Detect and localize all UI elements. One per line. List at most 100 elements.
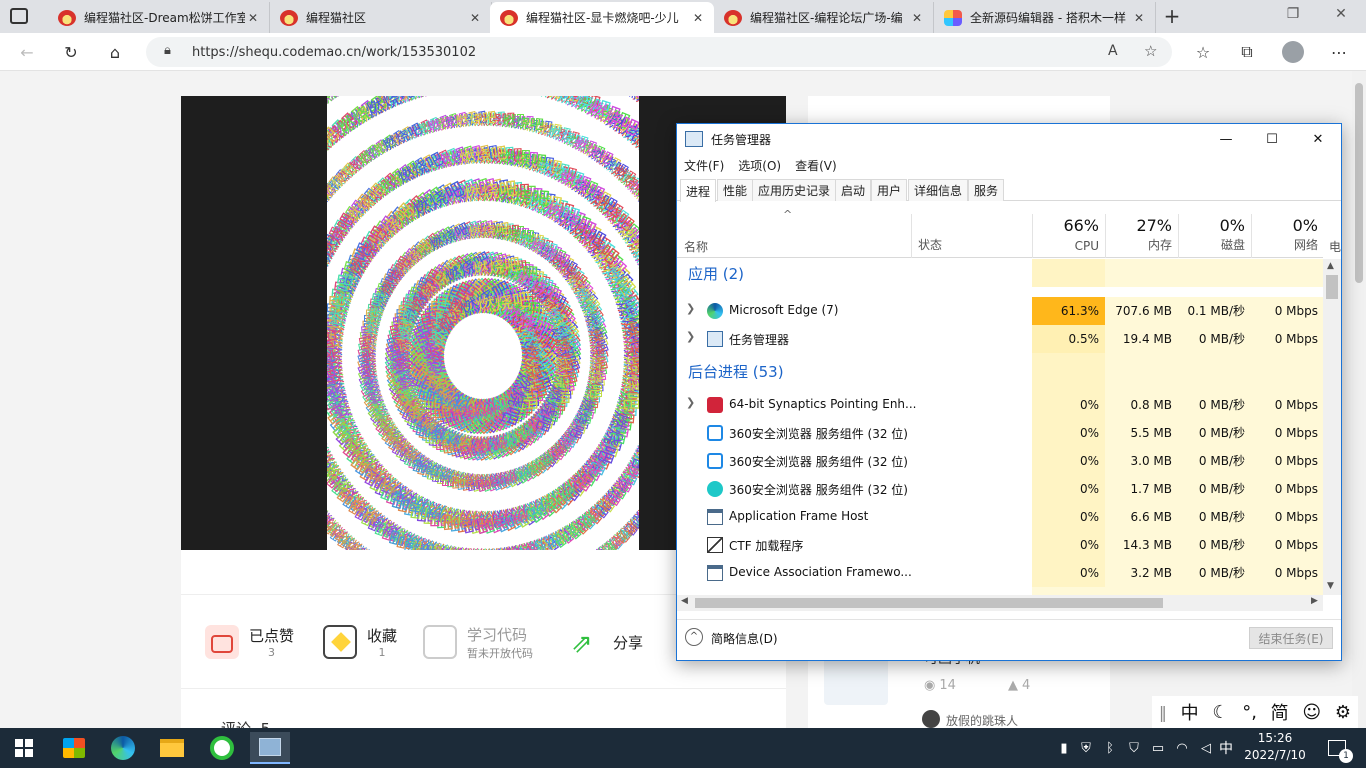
close-window-icon[interactable]: ✕	[1326, 6, 1356, 26]
process-row[interactable]: Application Frame Host 0% 6.6 MB 0 MB/秒 …	[677, 503, 1323, 531]
expand-chevron-icon[interactable]: ❯	[686, 302, 695, 315]
notification-center-icon[interactable]: 1	[1322, 728, 1353, 768]
page-scrollbar[interactable]	[1352, 71, 1366, 728]
group-header-background[interactable]: 后台进程 (53)	[677, 353, 1323, 391]
browser-tab-active[interactable]: 编程猫社区-显卡燃烧吧-少儿 ✕	[490, 2, 714, 33]
column-name[interactable]: 名称	[684, 238, 708, 255]
column-cpu[interactable]: 66% CPU	[1032, 214, 1105, 258]
ime-punct-toggle[interactable]: °,	[1242, 702, 1257, 723]
close-button[interactable]: ✕	[1295, 124, 1341, 154]
column-memory[interactable]: 27% 内存	[1105, 214, 1178, 258]
tab-performance[interactable]: 性能	[717, 179, 754, 201]
end-task-button[interactable]: 结束任务(E)	[1249, 627, 1333, 649]
maximize-button[interactable]: ☐	[1249, 124, 1295, 154]
process-row[interactable]: ❯ 64-bit Synaptics Pointing Enh... 0% 0.…	[677, 391, 1323, 419]
network-adapter-icon[interactable]: ▮	[1054, 728, 1074, 768]
chevron-up-icon[interactable]: ^	[685, 628, 703, 646]
scroll-left-icon[interactable]: ◀	[681, 596, 688, 606]
add-favorite-icon[interactable]: ☆	[1144, 42, 1157, 60]
close-icon[interactable]: ✕	[1131, 11, 1147, 25]
browser-tab[interactable]: 编程猫社区-编程论坛广场-编 ✕	[714, 2, 934, 33]
column-power[interactable]: 电	[1329, 238, 1341, 255]
scroll-up-icon[interactable]: ▲	[1327, 261, 1334, 271]
menu-options[interactable]: 选项(O)	[731, 157, 788, 174]
close-icon[interactable]: ✕	[909, 11, 925, 25]
close-icon[interactable]: ✕	[467, 11, 483, 25]
store-icon[interactable]	[54, 732, 94, 764]
back-icon[interactable]: ←	[14, 40, 40, 64]
address-bar[interactable]: 🔒︎ https://shequ.codemao.cn/work/1535301…	[146, 37, 1172, 67]
edge-icon[interactable]	[103, 732, 143, 764]
ime-drag-handle[interactable]: ‖	[1159, 703, 1167, 722]
scroll-right-icon[interactable]: ▶	[1311, 596, 1318, 606]
minimize-button[interactable]: —	[1203, 124, 1249, 154]
fewer-details-link[interactable]: 简略信息(D)	[711, 630, 778, 647]
task-manager-titlebar[interactable]: 任务管理器 — ☐ ✕	[677, 124, 1341, 154]
wifi-icon[interactable]: ◠	[1172, 728, 1192, 768]
volume-icon[interactable]: ◁	[1196, 728, 1216, 768]
gear-icon[interactable]: ⚙	[1335, 702, 1351, 723]
favorite-button[interactable]: 收藏 1	[323, 622, 397, 662]
tab-startup[interactable]: 启动	[835, 179, 872, 201]
column-status[interactable]: 状态	[911, 214, 1032, 258]
process-row[interactable]: Device Association Framewo... 0% 3.2 MB …	[677, 559, 1323, 587]
taskmgr-icon[interactable]	[250, 732, 290, 764]
like-button[interactable]: 已点赞 3	[205, 622, 294, 662]
expand-chevron-icon[interactable]: ❯	[686, 396, 695, 409]
scrollbar-thumb[interactable]	[695, 598, 1163, 608]
new-tab-icon[interactable]: +	[1160, 4, 1184, 28]
favorites-icon[interactable]: ☆	[1190, 40, 1216, 64]
expand-chevron-icon[interactable]: ❯	[686, 330, 695, 343]
group-header-apps[interactable]: 应用 (2)	[677, 259, 1323, 287]
more-menu-icon[interactable]: ⋯	[1326, 40, 1352, 64]
author-avatar[interactable]	[922, 710, 940, 728]
scrollbar-thumb[interactable]	[1355, 83, 1363, 283]
menu-file[interactable]: 文件(F)	[677, 157, 731, 174]
battery-icon[interactable]: ▭	[1148, 728, 1168, 768]
close-icon[interactable]: ✕	[245, 11, 261, 25]
emoji-icon[interactable]: ☺	[1302, 702, 1321, 723]
process-row[interactable]: ❯ 任务管理器 0.5% 19.4 MB 0 MB/秒 0 Mbps	[677, 325, 1323, 353]
tab-users[interactable]: 用户	[871, 179, 908, 201]
tab-processes[interactable]: 进程	[680, 179, 717, 202]
security-shield-icon[interactable]: ⛨	[1076, 728, 1096, 768]
column-disk[interactable]: 0% 磁盘	[1178, 214, 1251, 258]
process-row[interactable]: 360安全浏览器 服务组件 (32 位) 0% 3.0 MB 0 MB/秒 0 …	[677, 447, 1323, 475]
tab-app-history[interactable]: 应用历史记录	[752, 179, 837, 201]
moon-icon[interactable]: ☾	[1212, 702, 1228, 723]
scroll-down-icon[interactable]: ▼	[1327, 581, 1334, 591]
scrollbar-thumb[interactable]	[1326, 275, 1338, 299]
ime-mode-toggle[interactable]: 中	[1181, 699, 1199, 725]
learn-code-button[interactable]: 学习代码 暂未开放代码	[423, 622, 533, 662]
collections-icon[interactable]: ⧉	[1234, 40, 1260, 64]
process-row[interactable]: 360安全浏览器 服务组件 (32 位) 0% 1.7 MB 0 MB/秒 0 …	[677, 475, 1323, 503]
tab-services[interactable]: 服务	[968, 179, 1005, 201]
menu-view[interactable]: 查看(V)	[788, 157, 844, 174]
lock-icon[interactable]: 🔒︎	[164, 43, 171, 58]
column-network[interactable]: 0% 网络	[1251, 214, 1324, 258]
tab-actions-icon[interactable]	[10, 8, 28, 24]
refresh-icon[interactable]: ↻	[58, 40, 84, 64]
process-row[interactable]: ❯ Microsoft Edge (7) 61.3% 707.6 MB 0.1 …	[677, 297, 1323, 325]
defender-icon[interactable]: ⛉	[1124, 728, 1144, 768]
share-button[interactable]: ⇗ 分享	[569, 622, 643, 662]
read-aloud-icon[interactable]: A	[1108, 43, 1118, 59]
work-canvas[interactable]: 燃烧吧 燃烧吧 燃烧吧 燃烧吧 燃烧吧 燃烧吧 燃烧吧 燃烧吧 燃烧吧 燃烧吧 燃烧吧 燃烧吧 燃烧吧燃…	[327, 96, 639, 550]
process-row[interactable]: CTF 加载程序 0% 14.3 MB 0 MB/秒 0 Mbps	[677, 531, 1323, 559]
process-list-hscroll[interactable]: ◀ ▶	[677, 595, 1323, 611]
browser-tab[interactable]: 编程猫社区-Dream松饼工作室 ✕	[48, 2, 270, 33]
process-row[interactable]: 360安全浏览器 服务组件 (32 位) 0% 5.5 MB 0 MB/秒 0 …	[677, 419, 1323, 447]
close-icon[interactable]: ✕	[690, 11, 706, 25]
profile-avatar[interactable]	[1282, 41, 1304, 63]
restore-window-icon[interactable]: ❐	[1278, 6, 1308, 26]
home-icon[interactable]: ⌂	[102, 40, 128, 64]
url-text[interactable]: https://shequ.codemao.cn/work/153530102	[192, 45, 476, 60]
browser-tab[interactable]: 全新源码编辑器 - 搭积木一样 ✕	[934, 2, 1156, 33]
windows-start-icon[interactable]	[4, 732, 44, 764]
ime-variant-toggle[interactable]: 简	[1271, 699, 1289, 725]
360-browser-icon[interactable]	[202, 732, 242, 764]
file-explorer-icon[interactable]	[152, 732, 192, 764]
author-name[interactable]: 放假的跳珠人	[946, 712, 1018, 728]
system-clock[interactable]: 15:26 2022/7/10	[1232, 730, 1318, 766]
process-list-vscroll[interactable]: ▲ ▼	[1323, 259, 1341, 595]
